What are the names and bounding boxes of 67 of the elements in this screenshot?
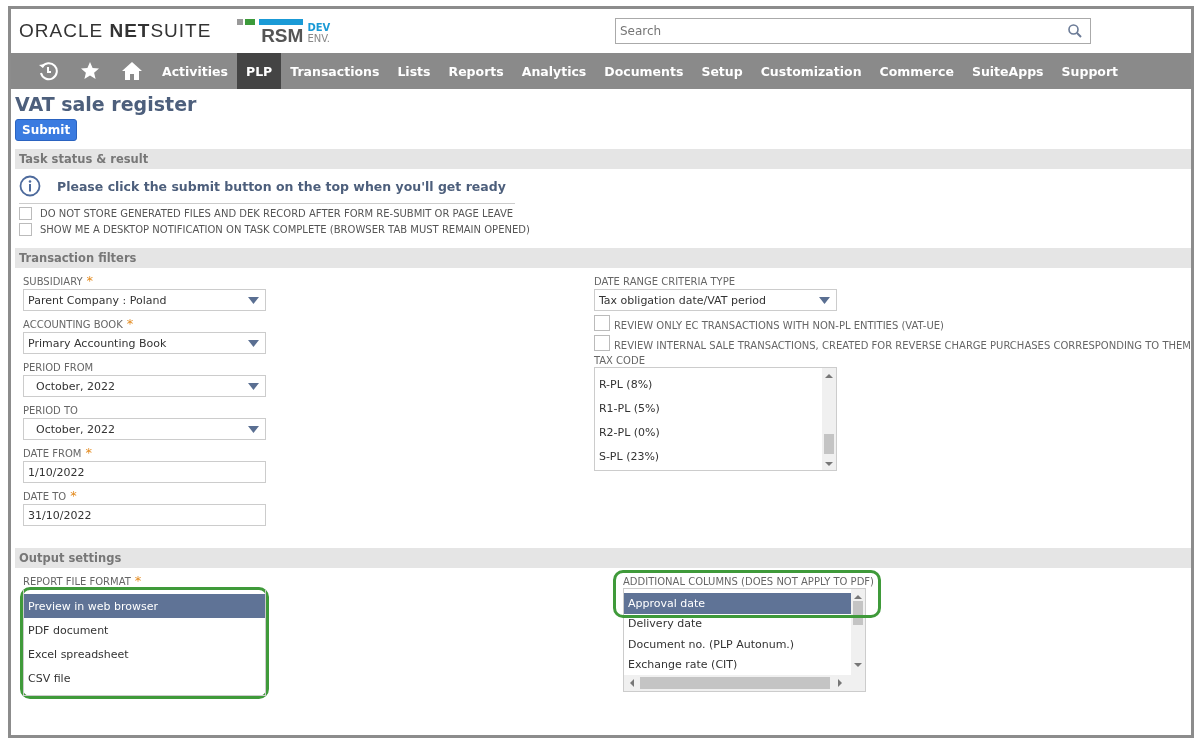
list-option[interactable]: Document no. (PLP Autonum.) <box>624 634 851 655</box>
required-mark: * <box>86 276 94 287</box>
bars-icon <box>237 17 304 26</box>
required-mark: * <box>85 448 92 459</box>
field-label: SUBSIDIARY <box>23 276 83 287</box>
section-header: Output settings <box>15 548 1191 568</box>
dropdown-field[interactable]: Parent Company : Poland <box>23 289 266 311</box>
list-box[interactable]: R-PL (8%) R1-PL (5%) R2-PL (0%) S-PL (23%) <box>593 367 837 471</box>
list-option[interactable]: Excel spreadsheet <box>24 642 265 666</box>
field-label: TAX CODE <box>593 355 645 366</box>
field-label: DATE FROM <box>23 448 82 459</box>
recent-icon[interactable] <box>38 61 58 81</box>
list-option[interactable]: R-PL (8%) <box>594 372 822 396</box>
checkbox[interactable] <box>593 315 610 331</box>
checkbox-label: DO NOT STORE GENERATED FILES AND DEK RECORD AFTER FORM RE-SUBMIT OR PAGE LEAVE <box>40 208 514 219</box>
section-header: Task status & result <box>15 149 1191 169</box>
checkbox[interactable] <box>19 207 32 220</box>
checkbox-label: REVIEW ONLY EC TRANSACTIONS WITH NON-PL ENTITIES (VAT-UE) <box>613 320 944 331</box>
dropdown-field[interactable]: October, 2022 <box>23 418 266 440</box>
list-box[interactable]: Preview in web browser PDF document Excel spreadsheet CSV file <box>23 590 266 696</box>
section-header: Transaction filters <box>15 248 1191 268</box>
home-icon[interactable] <box>121 61 143 81</box>
info-icon <box>19 175 41 197</box>
checkbox[interactable] <box>19 223 32 236</box>
star-icon[interactable] <box>80 61 100 81</box>
date-field[interactable]: 31/10/2022 <box>23 504 266 526</box>
dropdown-arrow-icon <box>248 425 259 433</box>
required-mark: * <box>134 576 142 587</box>
checkbox[interactable] <box>593 335 610 351</box>
horizontal-scrollbar[interactable] <box>624 675 865 691</box>
rsm-logo: RSM <box>261 26 304 45</box>
list-option[interactable]: Preview in web browser <box>24 594 265 618</box>
dropdown-arrow-icon <box>248 296 259 304</box>
checkbox-label: REVIEW INTERNAL SALE TRANSACTIONS, CREATED FOR REVERSE CHARGE PURCHASES CORRESPONDING TO THEM <box>613 340 1191 351</box>
list-option[interactable]: S-PL (23%) <box>594 444 822 468</box>
list-option[interactable]: Delivery date <box>624 613 851 634</box>
env-label: ENV. <box>307 33 331 44</box>
dropdown-arrow-icon <box>248 339 259 347</box>
dropdown-arrow-icon <box>248 382 259 390</box>
dropdown-field[interactable]: October, 2022 <box>23 375 266 397</box>
checkbox-label: SHOW ME A DESKTOP NOTIFICATION ON TASK COMPLETE (BROWSER TAB MUST REMAIN OPENED) <box>40 224 530 235</box>
field-label: DATE RANGE CRITERIA TYPE <box>593 276 735 287</box>
field-label: PERIOD FROM <box>23 362 94 373</box>
list-option[interactable]: CSV file <box>24 666 265 690</box>
dropdown-arrow-icon <box>818 296 830 304</box>
dropdown-field[interactable]: Primary Accounting Book <box>23 332 266 354</box>
dropdown-field[interactable]: Tax obligation date/VAT period <box>593 289 837 311</box>
submit-button[interactable]: Submit <box>15 119 78 141</box>
list-option[interactable]: R2-PL (0%) <box>594 420 822 444</box>
info-message: Please click the submit button on the top when you'll get ready <box>57 178 506 194</box>
required-mark: * <box>70 491 77 502</box>
list-option[interactable]: Exchange rate (CIT) <box>624 654 851 675</box>
required-mark: * <box>126 319 134 330</box>
field-label: DATE TO <box>23 491 67 502</box>
list-box[interactable]: Approval date Delivery date Document no. (PLP Autonum.) Exchange rate (CIT) <box>623 588 866 692</box>
logo: ORACLE NETSUITE <box>19 20 212 42</box>
field-label: ADDITIONAL COLUMNS (DOES NOT APPLY TO PDF) <box>623 576 874 587</box>
list-option[interactable]: PDF document <box>24 618 265 642</box>
date-field[interactable]: 1/10/2022 <box>23 461 266 483</box>
list-option[interactable]: Approval date <box>624 593 851 614</box>
nav-tab[interactable]: PLP <box>236 53 282 89</box>
field-label: PERIOD TO <box>23 405 78 416</box>
page-title: VAT sale register <box>15 93 198 115</box>
env-label: DEV <box>307 22 331 33</box>
field-label: REPORT FILE FORMAT <box>23 576 131 587</box>
list-option[interactable]: R1-PL (5%) <box>594 396 822 420</box>
field-label: ACCOUNTING BOOK <box>23 319 123 330</box>
